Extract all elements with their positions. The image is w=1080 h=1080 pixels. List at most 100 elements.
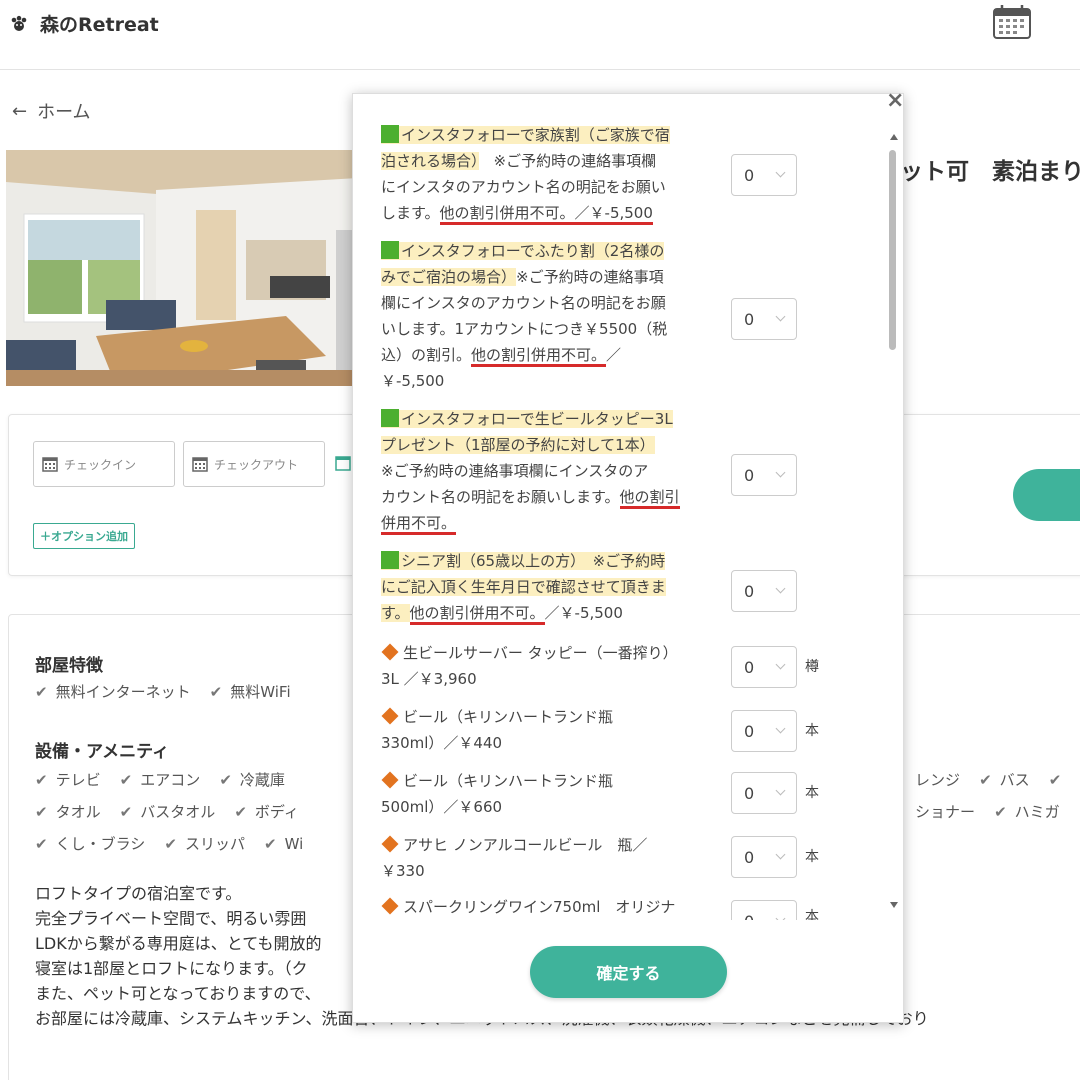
list-item: ビール（キリンハートランド瓶 500ml）／￥660: [381, 768, 726, 820]
quantity-value: 0: [744, 309, 755, 329]
amenity-tag: エアコン: [140, 771, 201, 789]
chevron-down-icon: [775, 913, 786, 920]
site-name: 森のRetreat: [40, 14, 159, 36]
scrollbar-thumb[interactable]: [889, 150, 896, 350]
quantity-value: 0: [744, 847, 755, 867]
option-price: 500ml）／￥660: [381, 798, 503, 816]
scroll-down-arrow[interactable]: [890, 902, 898, 908]
check-icon: ✔: [994, 803, 1007, 821]
quantity-select[interactable]: 0: [731, 570, 797, 612]
amenity-tag: タオル: [55, 803, 101, 821]
option-price: ￥-5,500: [381, 372, 445, 390]
amenity-row: ✔ タオル ✔ バスタオル ✔ ボディ: [35, 801, 299, 822]
quantity-select[interactable]: 0: [731, 772, 797, 814]
options-modal: インスタフォローで家族割（ご家族で宿 泊される場合） ※ご予約時の連絡事項欄 に…: [352, 93, 904, 1023]
check-icon: ✔: [264, 835, 277, 853]
plus-icon: ＋: [40, 530, 51, 543]
amenity-tag: バスタオル: [140, 803, 216, 821]
quantity-value: 0: [744, 721, 755, 741]
quantity-value: 0: [744, 465, 755, 485]
room-title: ット可 素泊まり: [900, 159, 1080, 185]
room-photo: [6, 150, 358, 386]
amenity-row-right: ショナー ✔ ハミガ: [915, 801, 1060, 822]
check-icon: ✔: [1048, 771, 1062, 789]
quantity-select[interactable]: 0: [731, 900, 797, 920]
quantity-value: 0: [744, 165, 755, 185]
quantity-select[interactable]: 0: [731, 298, 797, 340]
option-price: 330ml）／￥440: [381, 734, 503, 752]
quantity-select[interactable]: 0: [731, 454, 797, 496]
brand[interactable]: 森のRetreat: [10, 10, 159, 37]
amenity-tag: Wi: [284, 835, 304, 853]
quantity-value: 0: [744, 912, 754, 921]
search-button[interactable]: [1013, 469, 1080, 521]
amenity-tag: スリッパ: [184, 835, 245, 853]
option-note: します。: [381, 204, 440, 222]
list-item: シニア割（65歳以上の方） ※ご予約時 にご記入頂く生年月日で確認させて頂きま …: [381, 548, 726, 626]
option-note: 欄にインスタのアカウント名の明記をお願: [381, 294, 666, 312]
unit-label: 本: [805, 785, 819, 801]
chevron-down-icon: [775, 583, 786, 594]
amenity-tag: レンジ: [915, 771, 961, 789]
confirm-button[interactable]: 確定する: [530, 946, 727, 998]
option-price: ／￥-5,500: [574, 204, 653, 225]
check-icon: ✔: [979, 771, 992, 789]
feature-tag: 無料WiFi: [230, 683, 291, 701]
list-item: ビール（キリンハートランド瓶 330ml）／￥440: [381, 704, 726, 756]
chevron-down-icon: [775, 785, 786, 796]
orange-diamond-icon: [381, 707, 399, 725]
options-list[interactable]: インスタフォローで家族割（ご家族で宿 泊される場合） ※ご予約時の連絡事項欄 に…: [353, 120, 905, 920]
checkout-placeholder: チェックアウト: [214, 457, 299, 472]
option-title: 泊される場合）: [381, 152, 479, 170]
quantity-value: 0: [744, 581, 755, 601]
option-add-button[interactable]: ＋オプション追加: [33, 523, 135, 549]
close-icon[interactable]: ×: [886, 88, 904, 113]
option-add-label: オプション追加: [51, 530, 128, 543]
option-note: ※ご予約時の連絡事項: [516, 268, 664, 286]
chevron-down-icon: [775, 167, 786, 178]
back-label: ホーム: [37, 102, 91, 123]
feature-tag: 無料インターネット: [55, 683, 191, 701]
option-note: ※ご予約時の連絡事項欄にインスタのア: [381, 462, 649, 480]
option-title: ビール（キリンハートランド瓶: [403, 708, 614, 726]
check-icon: ✔: [164, 835, 177, 853]
quantity-select[interactable]: 0: [731, 154, 797, 196]
chevron-down-icon: [775, 723, 786, 734]
quantity-select[interactable]: 0: [731, 710, 797, 752]
option-note: いします。1アカウントにつき￥5500（税: [381, 320, 668, 338]
calendar-icon[interactable]: [992, 4, 1032, 40]
calendar-icon[interactable]: [335, 455, 351, 471]
scroll-up-arrow[interactable]: [890, 134, 898, 140]
check-icon: ✔: [35, 835, 48, 853]
amenity-row: ✔ テレビ ✔ エアコン ✔ 冷蔵庫: [35, 769, 285, 790]
option-note: す。: [381, 604, 410, 622]
pawprint-icon: [11, 15, 27, 31]
option-title: インスタフォローで生ビールタッピー3L: [401, 410, 673, 428]
option-title: ビール（キリンハートランド瓶: [403, 772, 614, 790]
quantity-select[interactable]: 0: [731, 646, 797, 688]
checkout-input[interactable]: チェックアウト: [183, 441, 325, 487]
checkin-input[interactable]: チェックイン: [33, 441, 175, 487]
list-item: スパークリングワイン750ml オリジナ: [381, 894, 726, 920]
back-link[interactable]: ← ホーム: [12, 98, 91, 124]
no-combine-note: 他の割引: [619, 488, 680, 509]
no-combine-note: 併用不可。: [381, 514, 457, 535]
amenity-row: ✔ くし・ブラシ ✔ スリッパ ✔ Wi: [35, 833, 303, 854]
site-header: 森のRetreat: [0, 0, 1080, 70]
list-item: インスタフォローで生ビールタッピー3L プレゼント（1部屋の予約に対して1本） …: [381, 406, 726, 536]
amenity-title: 設備・アメニティ: [35, 742, 170, 762]
amenity-tag: ボディ: [254, 803, 299, 821]
quantity-select[interactable]: 0: [731, 836, 797, 878]
option-note: にご記入頂く生年月日で確認させて頂きま: [381, 578, 666, 596]
green-square-icon: [381, 241, 399, 259]
amenity-row-right: レンジ ✔ バス ✔: [915, 769, 1069, 790]
option-title: シニア割（65歳以上の方）: [401, 552, 578, 570]
unit-label: 本: [805, 909, 819, 920]
amenity-tag: 冷蔵庫: [239, 771, 285, 789]
calendar-icon: [192, 457, 208, 472]
room-features-list: ✔ 無料インターネット ✔ 無料WiFi: [35, 681, 291, 702]
option-note: ※ご予約時の連絡事項欄: [478, 152, 657, 170]
option-title: スパークリングワイン750ml オリジナ: [403, 898, 676, 916]
unit-label: 樽: [805, 659, 819, 675]
chevron-down-icon: [775, 659, 786, 670]
